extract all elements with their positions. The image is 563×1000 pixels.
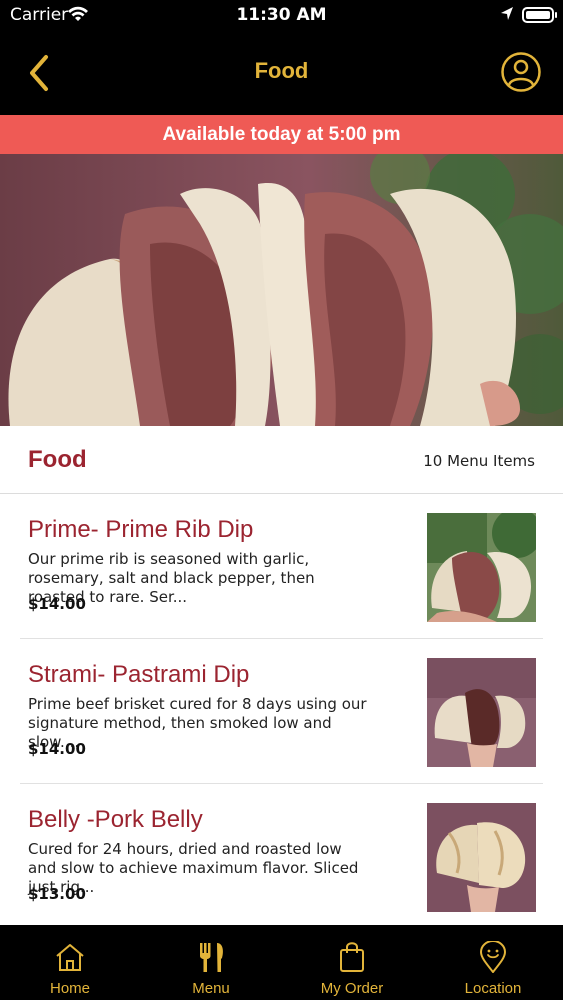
menu-item-name: Belly -Pork Belly [28,806,203,833]
tab-my-order[interactable]: My Order [282,925,422,1000]
shopping-bag-icon [340,942,364,972]
menu-item-price: $14.00 [28,740,86,758]
tab-location-label: Location [464,980,522,997]
page-title: Food [254,58,309,83]
tab-menu-label: Menu [192,980,230,997]
menu-list: Food 10 Menu Items Prime- Prime Rib Dip … [0,426,563,926]
home-icon [56,944,84,971]
section-header: Food 10 Menu Items [0,426,563,494]
tab-bar: Home Menu My Order Location [0,925,563,1000]
fork-knife-icon [200,943,223,972]
menu-item-name: Strami- Pastrami Dip [28,661,250,688]
status-bar: Carrier 11:30 AM [0,0,563,30]
tab-menu[interactable]: Menu [141,925,281,1000]
menu-item-price: $14.00 [28,595,86,613]
section-title: Food [28,446,87,473]
menu-item-image [427,803,536,912]
availability-banner: Available today at 5:00 pm [0,115,563,154]
tab-home-label: Home [49,980,90,997]
menu-item-image [427,658,536,767]
tab-home[interactable]: Home [0,925,140,1000]
nav-bar: Food [0,30,563,115]
location-pin-icon [479,941,507,973]
menu-item-name: Prime- Prime Rib Dip [28,516,254,543]
hero-image [0,154,563,426]
menu-item-count: 10 Menu Items [423,452,535,470]
status-time: 11:30 AM [236,5,327,25]
tab-location[interactable]: Location [423,925,563,1000]
user-circle-icon[interactable] [500,51,542,93]
battery-icon [522,7,557,23]
menu-item[interactable]: Belly -Pork Belly Cured for 24 hours, dr… [20,784,543,926]
tab-my-order-label: My Order [320,980,384,997]
menu-item[interactable]: Strami- Pastrami Dip Prime beef brisket … [20,639,543,784]
location-arrow-icon [501,7,513,20]
menu-item-price: $13.00 [28,885,86,903]
menu-item[interactable]: Prime- Prime Rib Dip Our prime rib is se… [20,494,543,639]
menu-item-image [427,513,536,622]
